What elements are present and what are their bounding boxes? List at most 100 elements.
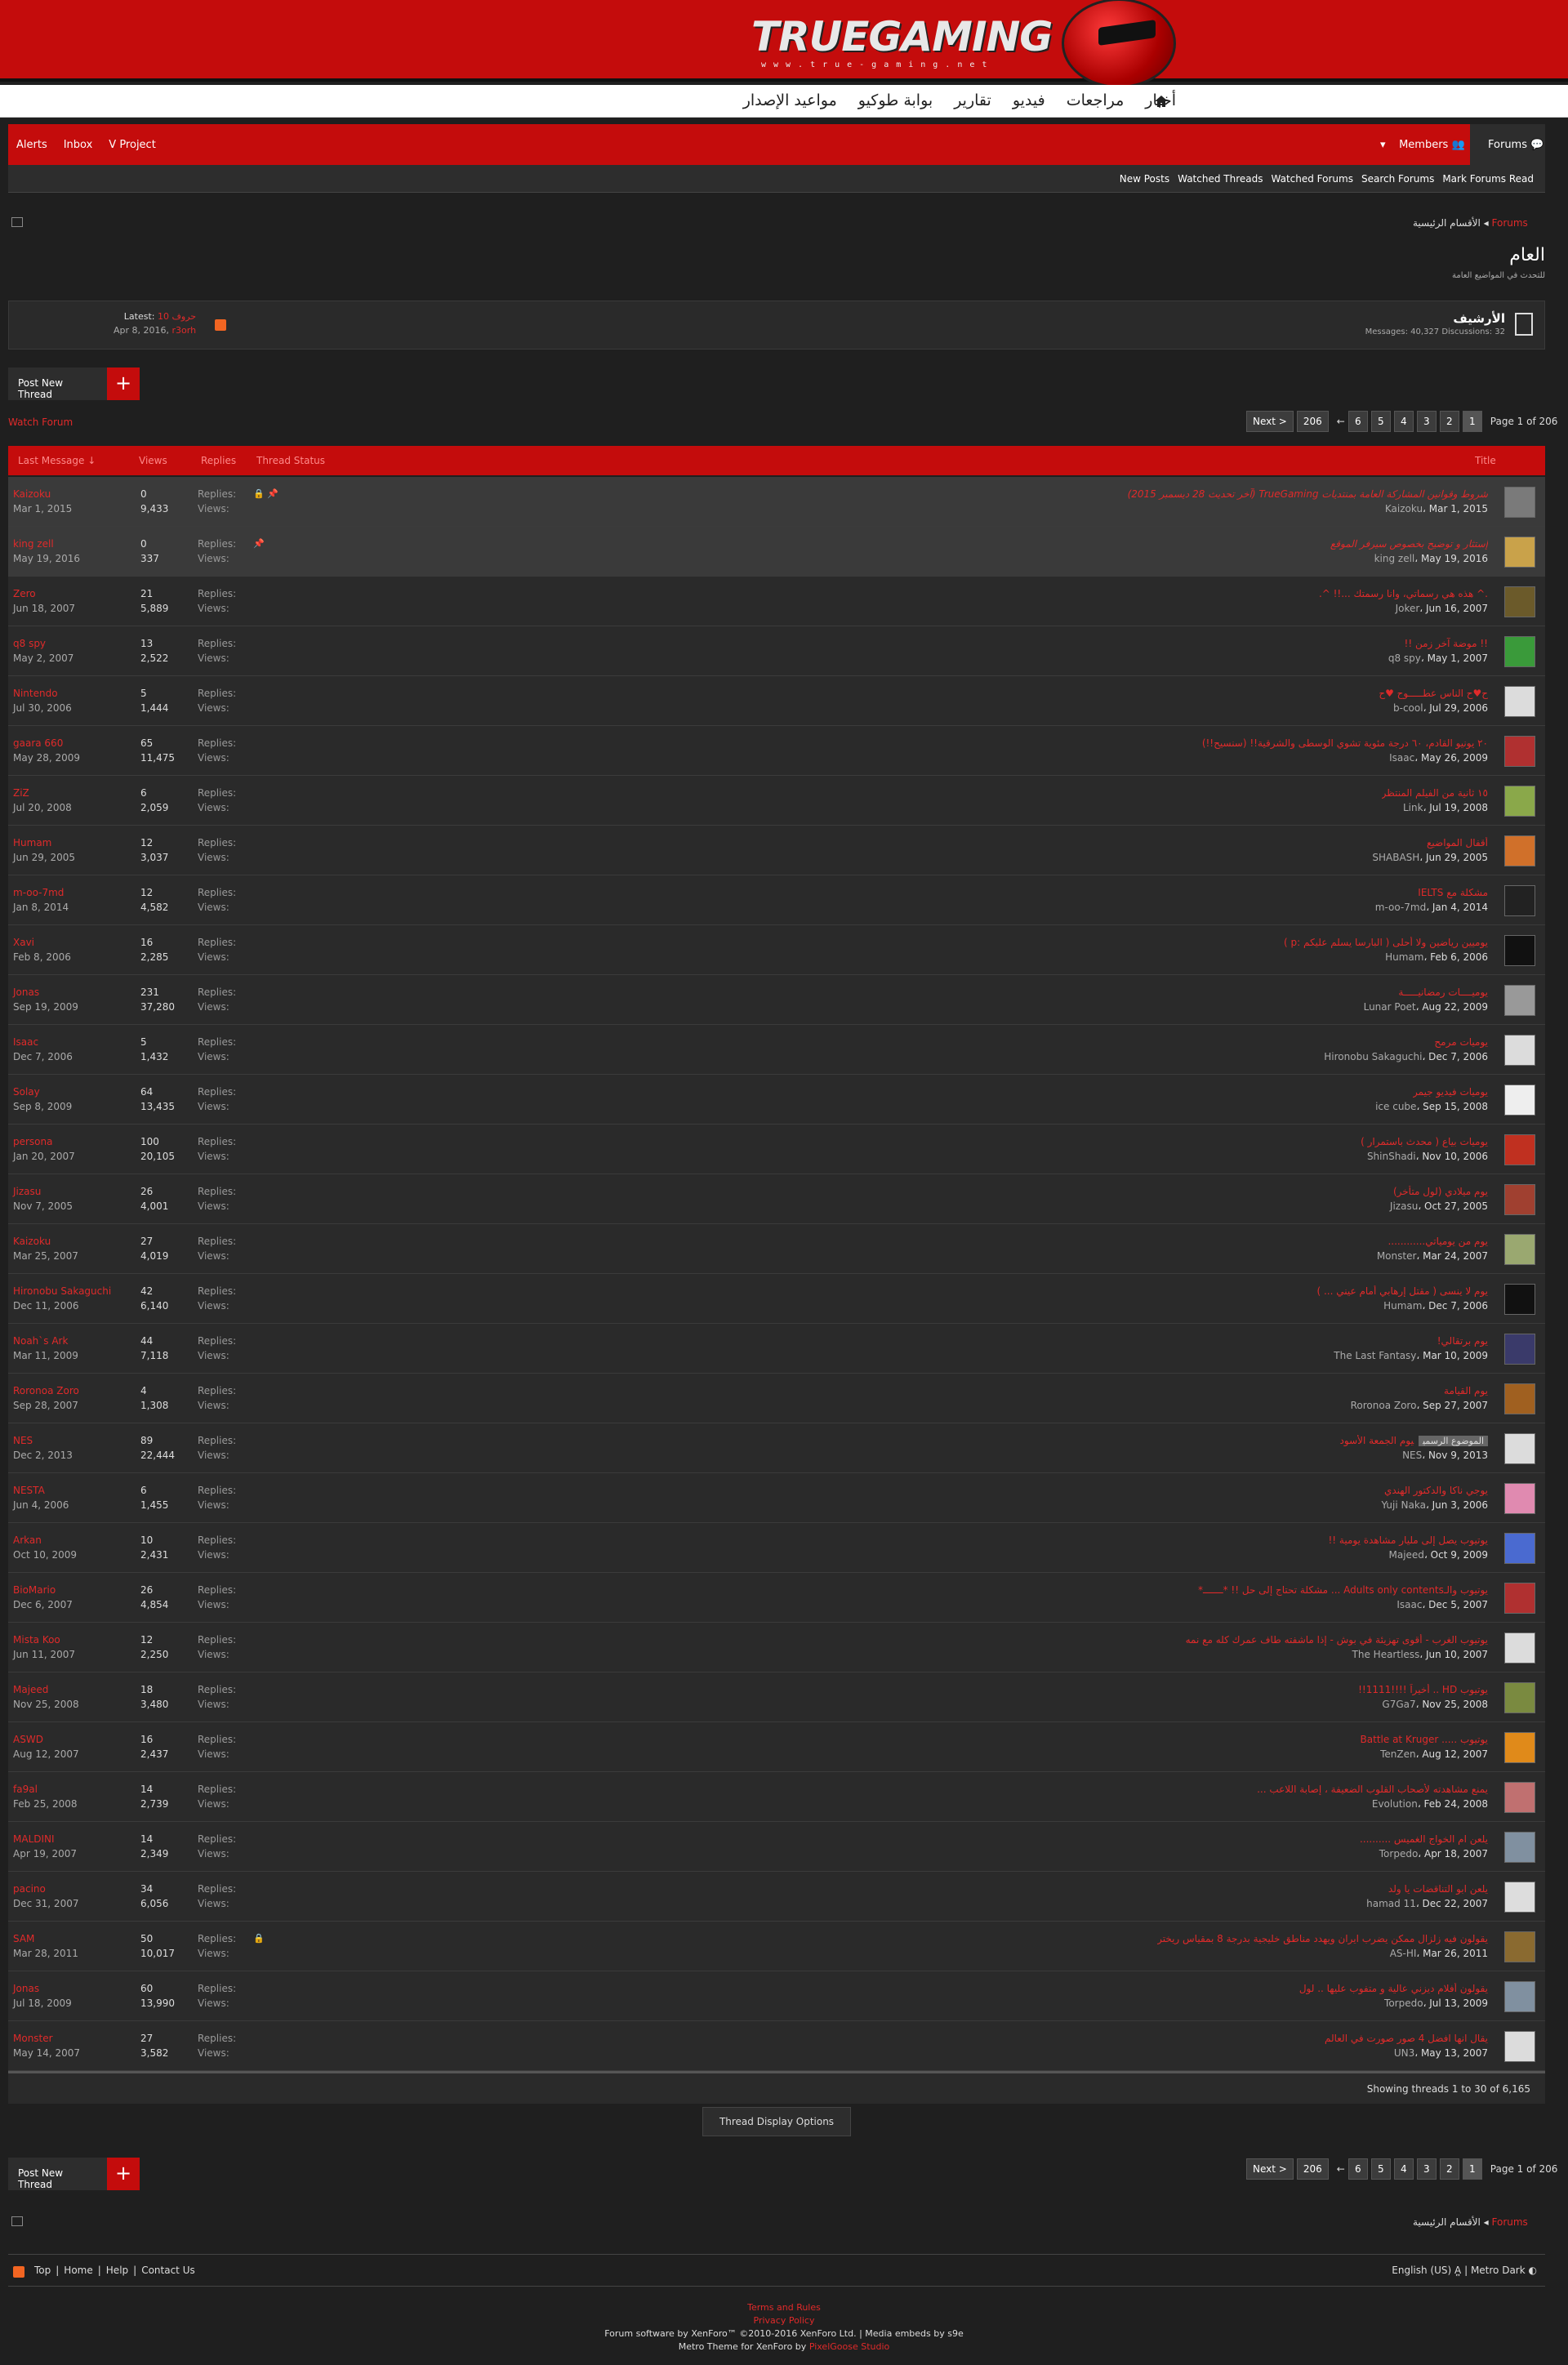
last-post-date[interactable]: Apr 19, 2007 [13,1848,77,1859]
thread-title-link[interactable]: مشكلة مع IELTS [1418,887,1488,898]
page-number[interactable]: 5 [1370,2158,1391,2180]
watch-forum-link[interactable]: Watch Forum [8,416,73,428]
thread-title-link[interactable]: إستثار و توضيح بخصوص سيرفر الموقع [1330,538,1488,550]
last-poster-link[interactable]: Arkan [13,1534,42,1546]
last-poster-link[interactable]: Mista Koo [13,1634,60,1646]
thread-title-link[interactable]: يوجي ناكا والدكتور الهندي [1384,1485,1488,1496]
last-poster-link[interactable]: Zero [13,588,36,599]
last-post-date[interactable]: Oct 10, 2009 [13,1549,77,1561]
footer-link[interactable]: Home [64,2265,92,2276]
last-post-date[interactable]: Jan 20, 2007 [13,1151,75,1162]
avatar[interactable] [1504,537,1535,568]
thread-author-link[interactable]: Yuji Naka [1381,1499,1425,1511]
thread-author-link[interactable]: hamad 11 [1366,1898,1416,1909]
post-new-thread-button[interactable]: Post New Thread + [8,367,140,400]
inbox-link[interactable]: Inbox [64,139,93,151]
page-number[interactable]: 6 [1348,411,1368,432]
thread-author-link[interactable]: Link [1403,802,1423,813]
page-number[interactable]: 1 [1462,2158,1482,2180]
rss-icon[interactable] [13,2266,24,2278]
thread-author-link[interactable]: G7Ga7 [1382,1699,1415,1710]
avatar[interactable] [1504,487,1535,518]
avatar[interactable] [1504,1184,1535,1215]
last-poster-link[interactable]: Hironobu Sakaguchi [13,1285,111,1297]
thread-title-link[interactable]: يقولون أفلام ديزني عالية و متفوب عليها .… [1299,1983,1488,1994]
last-poster-link[interactable]: gaara 660 [13,737,63,749]
thread-author-link[interactable]: b-cool [1393,702,1423,714]
last-poster-link[interactable]: fa9al [13,1784,38,1795]
terms-link[interactable]: Terms and Rules [747,2302,821,2313]
topnav-item[interactable]: مراجعات [1067,91,1125,109]
last-post-date[interactable]: Jul 20, 2008 [13,802,72,813]
thread-title-link[interactable]: يقال انها افضل 4 صور صورت في العالم [1325,2033,1488,2044]
alerts-link[interactable]: Alerts [16,139,47,151]
subnav-link[interactable]: Search Forums [1361,173,1434,185]
last-post-date[interactable]: Dec 6, 2007 [13,1599,73,1610]
thread-title-link[interactable]: يوميات بياع ( محدث باستمرار ) [1361,1136,1488,1147]
thread-title-link[interactable]: يوم القيامة [1444,1385,1488,1396]
forums-tab[interactable]: Forums 💬 [1470,124,1545,165]
last-poster-link[interactable]: Monster [13,2033,53,2044]
thread-title-link[interactable]: يوتيوب HD .. أخيراً !!!!1111!! [1358,1684,1488,1695]
style-chooser[interactable]: Metro Dark [1471,2265,1526,2276]
last-poster-link[interactable]: ZiZ [13,787,29,799]
thread-author-link[interactable]: Lunar Poet [1364,1001,1416,1013]
thread-author-link[interactable]: ice cube [1375,1101,1416,1112]
thread-title-link[interactable]: ٢٠ يونيو القادم، ٦٠ درجة مئوية تشوي الوس… [1202,737,1488,749]
last-post-date[interactable]: Mar 1, 2015 [13,503,72,514]
last-post-date[interactable]: Jun 11, 2007 [13,1649,75,1660]
avatar[interactable] [1504,1533,1535,1564]
last-poster-link[interactable]: Noah`s Ark [13,1335,68,1347]
thread-title-link[interactable]: يوميين رياضين ولا أحلى ( البارسا يسلم عل… [1284,937,1488,948]
thread-author-link[interactable]: Kaizoku [1385,503,1423,514]
page-number[interactable]: 4 [1393,411,1414,432]
page-206[interactable]: 206 [1296,411,1329,432]
col-title[interactable]: Title [1475,455,1496,466]
thread-author-link[interactable]: m-oo-7md [1375,902,1426,913]
last-poster-link[interactable]: Isaac [13,1036,38,1048]
avatar[interactable] [1504,885,1535,916]
last-post-date[interactable]: Nov 7, 2005 [13,1200,73,1212]
avatar[interactable] [1504,1682,1535,1713]
avatar[interactable] [1504,1632,1535,1664]
topnav-item[interactable]: أخبار [1145,91,1176,109]
avatar[interactable] [1504,1732,1535,1763]
last-poster-link[interactable]: Solay [13,1086,40,1098]
thread-title-link[interactable]: أقفال المواضيع [1427,837,1488,848]
thread-prefix-badge[interactable]: الموضوع الرسمي [1419,1436,1488,1446]
breadcrumb-section[interactable]: الأقسام الرئيسية [1413,2216,1481,2228]
last-poster-link[interactable]: BioMario [13,1584,56,1596]
thread-title-link[interactable]: يقولون فيه زلزال ممكن يضرب ايران ويهدد م… [1157,1933,1488,1944]
footer-link[interactable]: Contact Us [141,2265,195,2276]
thread-title-link[interactable]: .^ هذه هي رسماتي، وانا رسمتك ...!! ^. [1319,588,1488,599]
last-poster-link[interactable]: q8 spy [13,638,46,649]
avatar[interactable] [1504,1334,1535,1365]
avatar[interactable] [1504,1433,1535,1464]
thread-author-link[interactable]: Isaac [1396,1599,1422,1610]
thread-title-link[interactable]: يلعن ابو التناقضات يا ولد [1388,1883,1488,1895]
thread-author-link[interactable]: Hironobu Sakaguchi [1324,1051,1422,1062]
thread-author-link[interactable]: king zell [1374,553,1415,564]
page-206[interactable]: 206 [1296,2158,1329,2180]
thread-author-link[interactable]: Jizasu [1390,1200,1418,1212]
external-link-icon[interactable] [11,2216,23,2226]
avatar[interactable] [1504,1035,1535,1066]
page-jump-arrow[interactable]: ← [1332,416,1345,427]
footer-link[interactable]: Top [34,2265,51,2276]
last-post-date[interactable]: Jun 29, 2005 [13,852,75,863]
thread-title-link[interactable]: يوتيوب ..... Battle at Kruger [1361,1734,1488,1745]
avatar[interactable] [1504,1931,1535,1962]
last-poster-link[interactable]: Majeed [13,1684,48,1695]
subnav-link[interactable]: Mark Forums Read [1442,173,1534,185]
avatar[interactable] [1504,935,1535,966]
avatar[interactable] [1504,835,1535,866]
last-post-date[interactable]: Dec 2, 2013 [13,1450,73,1461]
thread-title-link[interactable]: ١٥ ثانية من الفيلم المنتظر [1382,787,1488,799]
subforum-name[interactable]: الأرشيف [1453,311,1505,326]
thread-author-link[interactable]: Evolution [1372,1798,1418,1810]
thread-author-link[interactable]: TenZen [1380,1748,1416,1760]
last-post-date[interactable]: Jan 8, 2014 [13,902,69,913]
last-poster-link[interactable]: Kaizoku [13,488,51,500]
privacy-link[interactable]: Privacy Policy [754,2315,815,2326]
thread-author-link[interactable]: q8 spy [1388,652,1421,664]
